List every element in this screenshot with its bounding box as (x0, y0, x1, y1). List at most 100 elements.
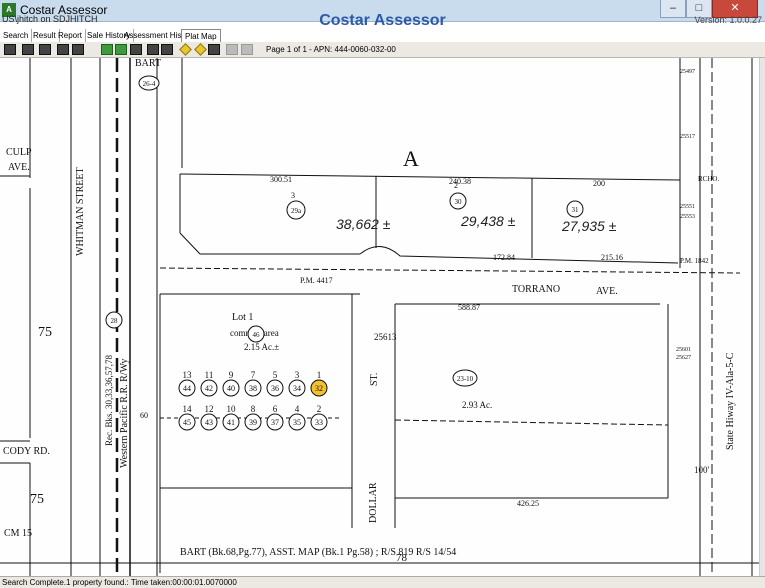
culp-ave-label: AVE. (8, 162, 30, 173)
torrano-ave-label: AVE. (596, 286, 618, 297)
svg-text:35: 35 (293, 418, 301, 427)
dim-label: 60 (140, 411, 148, 420)
toolbar: Page 1 of 1 - APN: 444-0060-032-00 (0, 42, 765, 58)
pen-icon[interactable] (101, 44, 113, 55)
svg-text:45: 45 (183, 418, 191, 427)
tab-search[interactable]: Search (0, 29, 33, 42)
minimize-button[interactable]: – (660, 0, 686, 18)
block-letter: A (403, 146, 419, 171)
svg-text:36: 36 (271, 384, 279, 393)
lot-5: 536 (266, 370, 284, 397)
lot-11: 1142 (200, 370, 218, 397)
svg-text:44: 44 (183, 384, 191, 393)
prev-icon[interactable] (179, 43, 192, 56)
svg-text:7: 7 (251, 370, 256, 380)
lot-1-highlighted: 132 (310, 370, 328, 397)
cody-label: CODY RD. (3, 446, 50, 457)
dollar-label: DOLLAR (368, 482, 379, 523)
svg-text:2: 2 (317, 404, 322, 414)
svg-text:13: 13 (183, 370, 193, 380)
dim-label: 200 (593, 179, 605, 188)
svg-text:12: 12 (205, 404, 214, 414)
svg-text:5: 5 (273, 370, 278, 380)
svg-text:10: 10 (227, 404, 237, 414)
svg-text:41: 41 (227, 418, 235, 427)
page-info: Page 1 of 1 - APN: 444-0060-032-00 (266, 45, 396, 54)
lots-bottom-row: 1445 1243 1041 839 637 435 233 (178, 404, 328, 431)
svg-text:37: 37 (271, 418, 279, 427)
parcel-line (179, 232, 201, 255)
circle-label-29a: 29a (291, 207, 302, 215)
svg-text:43: 43 (205, 418, 213, 427)
tool-icon[interactable] (130, 44, 142, 55)
svg-text:33: 33 (315, 418, 323, 427)
svg-text:40: 40 (227, 384, 235, 393)
area-215-label: 2.15 Ac.± (244, 342, 279, 352)
area-293-label: 2.93 Ac. (462, 400, 492, 410)
export-icon[interactable] (72, 44, 84, 55)
lot-8: 839 (244, 404, 262, 431)
street-line (159, 267, 741, 274)
save-icon[interactable] (39, 44, 51, 55)
svg-text:14: 14 (183, 404, 193, 414)
dim-label-25613: 25613 (374, 332, 397, 342)
report-icon[interactable] (57, 44, 69, 55)
area-29438-label: 29,438 ± (460, 213, 516, 229)
cm15-label: CM 15 (4, 528, 32, 539)
circle-label-26-4: 26-4 (143, 80, 156, 88)
lot-3: 334 (288, 370, 306, 397)
copy-icon[interactable] (22, 44, 34, 55)
lot-2: 233 (310, 404, 328, 431)
lot1-label: Lot 1 (232, 312, 253, 323)
status-bar: Search Complete.1 property found.: Time … (0, 576, 765, 588)
print-icon[interactable] (4, 44, 16, 55)
dim-label: 240.38 (449, 177, 471, 186)
whitman-street-label: WHITMAN STREET (75, 167, 86, 256)
svg-text:4: 4 (295, 404, 300, 414)
layer-icon[interactable] (161, 44, 173, 55)
block-75-label: 75 (38, 325, 52, 340)
last-page-icon[interactable] (241, 44, 253, 55)
svg-text:3: 3 (295, 370, 300, 380)
lots-top-row: 1344 1142 940 738 536 334 132 (178, 370, 328, 397)
circle-label-30: 30 (455, 198, 463, 206)
lot-6: 637 (266, 404, 284, 431)
tab-report[interactable]: Report (55, 29, 87, 42)
parcel-line (359, 246, 679, 264)
dim-label: 215.16 (601, 253, 623, 262)
lot-10: 1041 (222, 404, 240, 431)
zoom-icon[interactable] (208, 44, 220, 55)
side-number-25517: 25517 (680, 134, 695, 140)
lot-12: 1243 (200, 404, 218, 431)
rec-books-label: Rec. Bks. 30,33,36,57,78 (104, 355, 114, 446)
area-38662-label: 38,662 ± (336, 216, 391, 232)
side-number-25553: 25553 (680, 214, 695, 220)
svg-text:11: 11 (205, 370, 214, 380)
side-number-25601: 25601 (676, 347, 691, 353)
circle-label-46: 46 (253, 331, 261, 339)
tab-bar: Search Result Report Sale History Assess… (0, 29, 765, 42)
svg-text:32: 32 (315, 384, 323, 393)
side-number-25627: 25627 (676, 355, 691, 361)
culp-label: CULP (6, 147, 32, 158)
leaf-icon[interactable] (115, 44, 127, 55)
lot-7: 738 (244, 370, 262, 397)
vertical-scrollbar[interactable] (759, 58, 765, 576)
next-icon[interactable] (194, 43, 207, 56)
side-number-25551: 25551 (680, 204, 695, 210)
circle-label-23-10: 23-10 (457, 375, 474, 383)
parcel-line (179, 173, 681, 181)
user-label: US\jhitch on SDJHITCH (2, 14, 98, 24)
grid-icon[interactable] (147, 44, 159, 55)
rr-label: Western Pacific R.R. R/Wy (119, 359, 130, 468)
torrano-label: TORRANO (512, 284, 560, 295)
version-label: Version: 1.0.0.27 (694, 15, 762, 25)
parcel-3-label: 3 (291, 191, 295, 200)
dim-label: 300.51 (270, 175, 292, 184)
lot-14: 1445 (178, 404, 196, 431)
plat-map-viewer[interactable]: CULP AVE. CODY RD. CM 15 75 75 BART A P.… (0, 58, 765, 576)
svg-text:34: 34 (293, 384, 301, 393)
parcel-line (394, 419, 669, 426)
tab-plat-map[interactable]: Plat Map (181, 29, 221, 42)
first-page-icon[interactable] (226, 44, 238, 55)
